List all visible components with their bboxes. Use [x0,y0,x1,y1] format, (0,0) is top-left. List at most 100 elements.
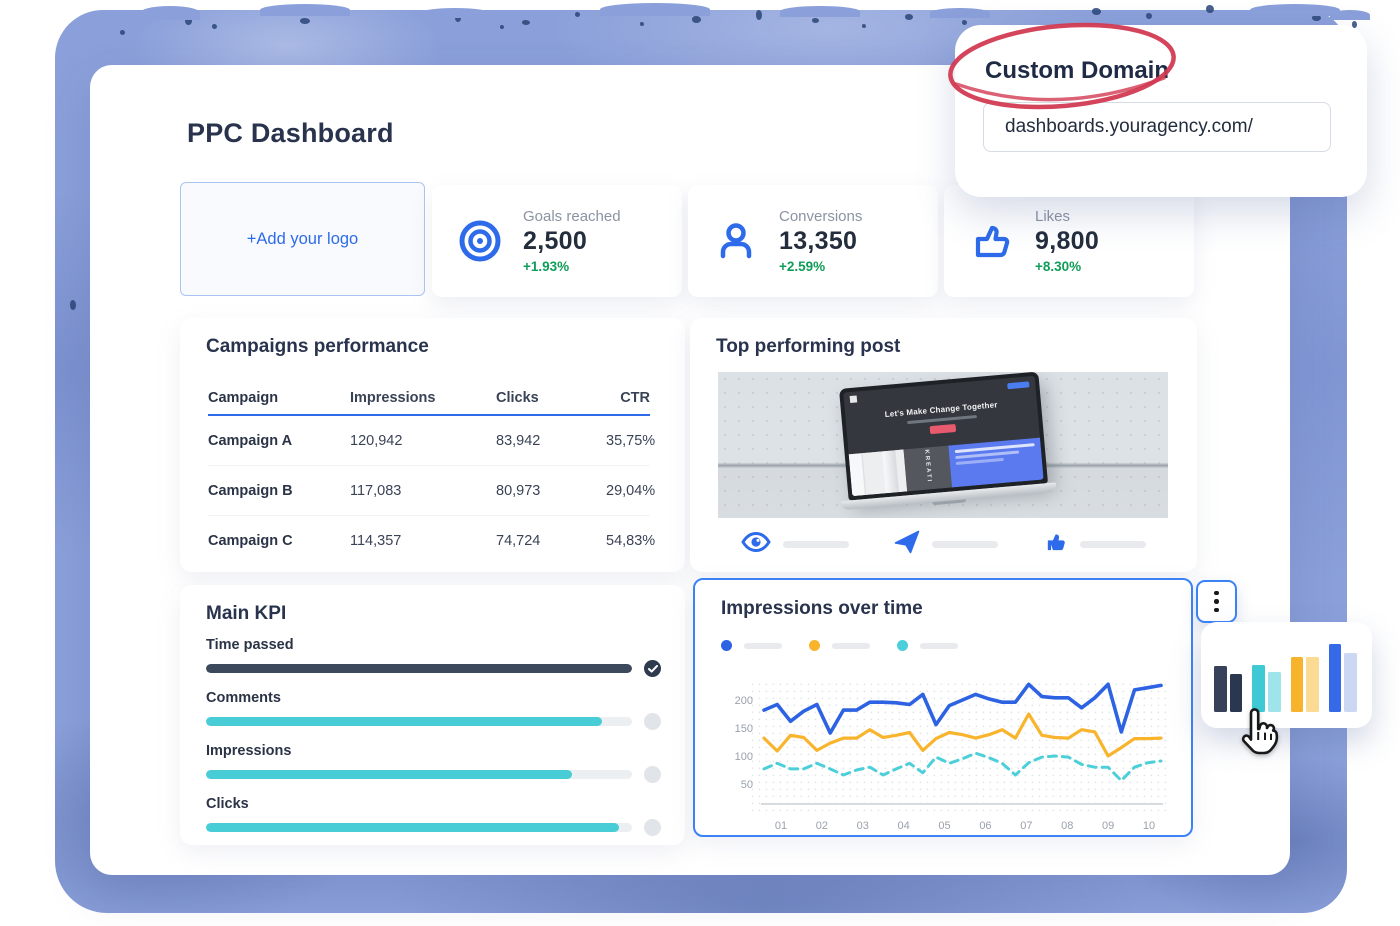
paint-speck [212,24,217,29]
stat-card-goals-reached: Goals reached 2,500 +1.93% [432,185,682,297]
stat-placeholder-pill [1080,541,1146,548]
paint-speck [905,14,913,20]
kpi-label: Comments [206,690,661,706]
table-cell: 54,83% [606,533,655,549]
kpi-pending-dot-icon [644,819,661,836]
thumbs-up-icon [969,218,1015,264]
table-row: Campaign C114,35774,72454,83% [208,516,650,566]
legend-item-series-blue [721,640,782,651]
svg-text:200: 200 [735,695,753,707]
mini-bar [1291,657,1304,712]
chart-legend [721,640,958,651]
legend-placeholder-pill [832,643,870,649]
post-stat [741,532,849,557]
campaigns-table: CampaignImpressionsClicksCTR Campaign A1… [208,382,650,566]
table-row: Campaign A120,94283,94235,75% [208,416,650,466]
stat-value: 9,800 [1035,227,1099,256]
chart-menu-button[interactable] [1196,580,1237,623]
table-row: Campaign B117,08380,97329,04% [208,466,650,516]
table-cell: 35,75% [606,433,655,449]
custom-domain-label: Custom Domain [985,57,1169,85]
post-stat [894,530,998,559]
stat-placeholder-pill [783,541,849,548]
laptop-site-columns [849,450,907,497]
svg-text:02: 02 [816,820,828,832]
stage: PPC Dashboard +Add your logo Goals reach… [0,0,1400,926]
mini-bar [1306,657,1319,712]
custom-domain-panel: Custom Domain [955,25,1367,197]
column-header: Campaign [208,390,350,406]
mini-bar [1329,644,1342,712]
column-header: CTR [606,390,650,406]
mini-bar [1268,672,1281,712]
svg-text:100: 100 [735,751,753,763]
paint-speck [962,20,967,25]
paint-edge-bump [1330,10,1370,20]
paint-speck [812,18,819,23]
stat-card-likes: Likes 9,800 +8.30% [944,185,1194,297]
kpi-label: Impressions [206,743,661,759]
stat-card-conversions: Conversions13,350+2.59% [688,185,938,297]
table-cell: 74,724 [496,533,606,549]
laptop-site-vertical-text: KREATI [923,449,932,483]
kpi-row-impressions: Impressions [206,743,661,783]
stat-value: 2,500 [523,227,621,256]
post-stat [1044,530,1146,559]
kpi-progress-fill [206,717,602,726]
campaigns-table-header: CampaignImpressionsClicksCTR [208,382,650,416]
svg-text:07: 07 [1020,820,1032,832]
legend-placeholder-pill [920,643,958,649]
campaigns-performance-card: Campaigns performance CampaignImpression… [180,318,685,572]
svg-text:03: 03 [857,820,869,832]
mini-bar [1344,653,1357,712]
stat-delta: +8.30% [1035,259,1099,274]
paint-speck [522,20,530,25]
kpi-row-time-passed: Time passed [206,637,661,677]
table-cell: Campaign C [208,533,350,549]
custom-domain-input[interactable] [983,102,1331,152]
page-title: PPC Dashboard [187,118,394,149]
legend-dot [897,640,908,651]
paint-edge-bump [1250,4,1340,16]
campaigns-table-body: Campaign A120,94283,94235,75%Campaign B1… [208,416,650,566]
svg-text:08: 08 [1061,820,1073,832]
mini-bar-chart-popover[interactable] [1201,622,1372,728]
kpi-progress-track [206,770,632,779]
line-chart: 2001501005001020304050607080910 [709,662,1181,834]
target-icon [457,218,503,264]
table-cell: 29,04% [606,483,655,499]
send-icon [894,530,920,559]
table-cell: 120,942 [350,433,496,449]
kpi-progress-track [206,717,632,726]
person-icon [713,218,759,264]
laptop-site-nav-button [1007,381,1029,389]
laptop-site-blue-panel [948,438,1043,488]
kpi-label: Clicks [206,796,661,812]
laptop-site-logo [850,395,858,403]
paint-edge-bump [140,6,200,20]
stat-delta: +2.59% [779,259,862,274]
paint-edge-bump [260,4,350,16]
paint-speck [500,25,504,29]
stat-label: Likes [1035,208,1099,225]
column-header: Clicks [496,390,606,406]
kpi-progress-fill [206,770,572,779]
impressions-over-time-card[interactable]: Impressions over time 200150100500102030… [693,578,1193,837]
stat-value: 13,350 [779,227,862,256]
table-cell: 80,973 [496,483,606,499]
laptop-site-subline [907,415,977,424]
add-logo-button[interactable]: +Add your logo [180,182,425,296]
paint-speck [692,16,701,23]
stat-delta: +1.93% [523,259,621,274]
table-cell: 114,357 [350,533,496,549]
laptop-site-cta-button [930,424,957,434]
svg-text:50: 50 [741,779,753,791]
post-stats-row [718,530,1169,559]
paint-speck [70,300,76,310]
stat-label: Goals reached [523,208,621,225]
mini-bars [1214,644,1360,712]
mini-bar [1214,666,1227,712]
main-kpi-title: Main KPI [206,603,286,625]
svg-text:01: 01 [775,820,787,832]
mini-bar [1230,674,1243,712]
